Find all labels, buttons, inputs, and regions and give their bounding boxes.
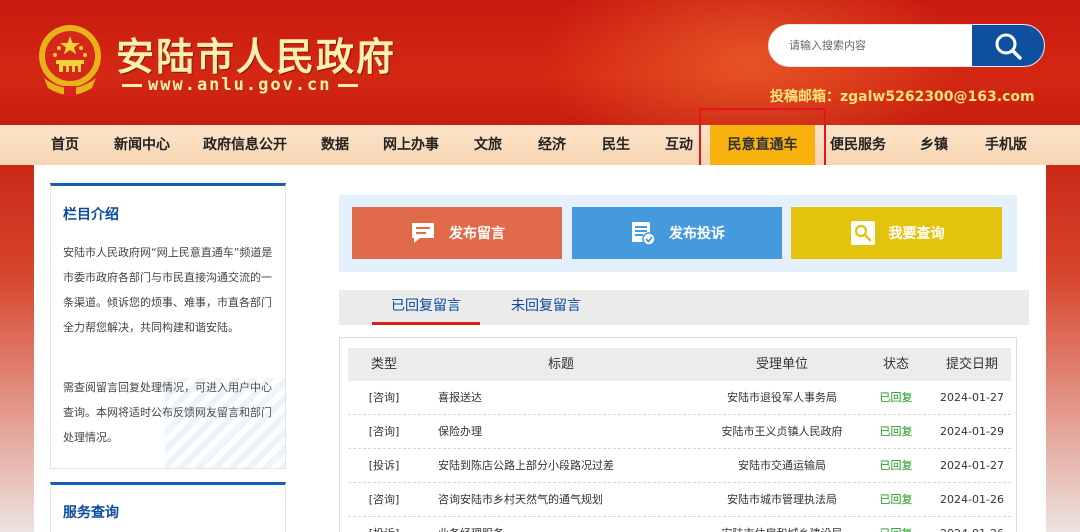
column-header-status: 状态 <box>882 357 909 372</box>
table-row[interactable]: [咨询] 咨询安陆市乡村天然气的通气规划 安陆市城市管理执法局 已回复 2024… <box>348 483 1011 517</box>
cell-type: [投诉] <box>368 459 400 472</box>
table-header: 类型 标题 受理单位 状态 提交日期 <box>348 348 1011 381</box>
query-label: 我要查询 <box>888 226 945 242</box>
column-intro-text: 安陆市人民政府网“网上民意直通车”频道是市委市政府各部门与市民直接沟通交流的一条… <box>63 246 273 334</box>
nav-item-economy[interactable]: 经济 <box>526 125 578 165</box>
site-title: 安陆市人民政府 <box>116 34 397 79</box>
nav-item-news[interactable]: 新闻中心 <box>106 125 178 165</box>
nav-item-interaction[interactable]: 互动 <box>653 125 705 165</box>
nav-item-convenience-services[interactable]: 便民服务 <box>823 125 893 165</box>
cell-date: 2024-01-27 <box>940 391 1004 404</box>
table-row[interactable]: [咨询] 保险办理 安陆市王义贞镇人民政府 已回复 2024-01-29 <box>348 415 1011 449</box>
contact-email: 投稿邮箱：zgalw5262300@163.com <box>770 89 1035 105</box>
cell-title[interactable]: 业务经理服务 <box>438 517 698 532</box>
nav-item-mobile[interactable]: 手机版 <box>975 125 1037 165</box>
column-intro-panel: 栏目介绍 安陆市人民政府网“网上民意直通车”频道是市委市政府各部门与市民直接沟通… <box>50 183 286 469</box>
tab-replied[interactable]: 已回复留言 <box>372 290 480 325</box>
post-message-button[interactable]: 发布留言 <box>352 207 562 259</box>
cell-title[interactable]: 喜报送达 <box>438 381 698 415</box>
column-header-date: 提交日期 <box>945 357 998 372</box>
national-emblem-icon <box>39 25 101 96</box>
table-row[interactable]: [咨询] 喜报送达 安陆市退役军人事务局 已回复 2024-01-27 <box>348 381 1011 415</box>
main-nav: 首页 新闻中心 政府信息公开 数据 网上办事 文旅 经济 民生 互动 民意直通车… <box>0 125 1080 165</box>
column-intro-title: 栏目介绍 <box>63 207 119 223</box>
site-url-row: www.anlu.gov.cn <box>116 74 364 96</box>
cell-department: 安陆市退役军人事务局 <box>727 391 837 404</box>
nav-item-data[interactable]: 数据 <box>310 125 360 165</box>
search-box <box>768 24 1045 67</box>
cell-title[interactable]: 咨询安陆市乡村天然气的通气规划 <box>438 483 698 517</box>
column-intro-note: 需查阅留言回复处理情况，可进入用户中心查询。本网将适时公布反馈网友留言和部门处理… <box>63 381 272 444</box>
cell-department: 安陆市城市管理执法局 <box>727 493 837 506</box>
cell-department: 安陆市王义贞镇人民政府 <box>721 425 843 438</box>
site-header: 安陆市人民政府 www.anlu.gov.cn 投稿邮箱：zgalw526230… <box>0 0 1080 125</box>
search-input[interactable] <box>769 25 974 66</box>
cell-type: [投诉] <box>348 517 420 532</box>
cell-type: [咨询] <box>368 391 400 404</box>
table-row[interactable]: [投诉] 安陆到陈店公路上部分小段路况过差 安陆市交通运输局 已回复 2024-… <box>348 449 1011 483</box>
cell-title[interactable]: 保险办理 <box>438 415 698 449</box>
cell-status: 已回复 <box>879 459 913 472</box>
cell-status: 已回复 <box>879 391 913 404</box>
nav-item-gov-info[interactable]: 政府信息公开 <box>197 125 293 165</box>
service-query-title[interactable]: 服务查询 <box>63 502 119 522</box>
cell-date: 2024-01-26 <box>933 517 1011 532</box>
cell-status: 已回复 <box>879 425 913 438</box>
cell-department: 安陆市交通运输局 <box>738 459 826 472</box>
cell-department: 安陆市住房和城乡建设局 <box>698 517 866 532</box>
tab-unreplied[interactable]: 未回复留言 <box>499 290 593 325</box>
column-header-type: 类型 <box>370 357 397 372</box>
site-url: www.anlu.gov.cn <box>148 75 332 95</box>
nav-item-public-opinion[interactable]: 民意直通车 <box>710 125 815 165</box>
messages-table: 类型 标题 受理单位 状态 提交日期 [咨询] 喜报送达 安陆市退役军人事务局 … <box>339 337 1017 532</box>
post-complaint-button[interactable]: 发布投诉 <box>572 207 782 259</box>
cell-title[interactable]: 安陆到陈店公路上部分小段路况过差 <box>438 449 698 483</box>
message-icon <box>409 219 437 247</box>
decorative-line <box>337 83 358 87</box>
search-icon <box>995 33 1022 60</box>
query-button[interactable]: 我要查询 <box>791 207 1002 259</box>
nav-item-online-services[interactable]: 网上办事 <box>376 125 446 165</box>
post-message-label: 发布留言 <box>449 226 505 242</box>
table-row[interactable]: [投诉] 业务经理服务 安陆市住房和城乡建设局 已回复 2024-01-26 <box>348 517 1011 532</box>
cell-date: 2024-01-26 <box>940 493 1004 506</box>
column-header-title: 标题 <box>547 357 574 372</box>
column-header-department: 受理单位 <box>755 357 808 372</box>
complaint-icon <box>629 219 657 247</box>
search-button[interactable] <box>972 25 1044 66</box>
cell-type: [咨询] <box>368 493 400 506</box>
cell-type: [咨询] <box>368 425 400 438</box>
search-query-icon <box>849 219 877 247</box>
nav-item-townships[interactable]: 乡镇 <box>908 125 960 165</box>
nav-item-livelihood[interactable]: 民生 <box>590 125 642 165</box>
cell-date: 2024-01-29 <box>940 425 1004 438</box>
cell-status: 已回复 <box>879 493 913 506</box>
decorative-line <box>122 83 142 87</box>
action-panel: 发布留言 发布投诉 我要查询 <box>339 195 1017 272</box>
nav-item-home[interactable]: 首页 <box>36 125 94 165</box>
cell-date: 2024-01-27 <box>940 459 1004 472</box>
message-tabs: 已回复留言 未回复留言 <box>339 290 1029 325</box>
cell-status: 已回复 <box>866 517 926 532</box>
post-complaint-label: 发布投诉 <box>669 226 725 242</box>
nav-item-culture-tourism[interactable]: 文旅 <box>462 125 514 165</box>
service-query-panel: 服务查询 <box>50 482 286 532</box>
